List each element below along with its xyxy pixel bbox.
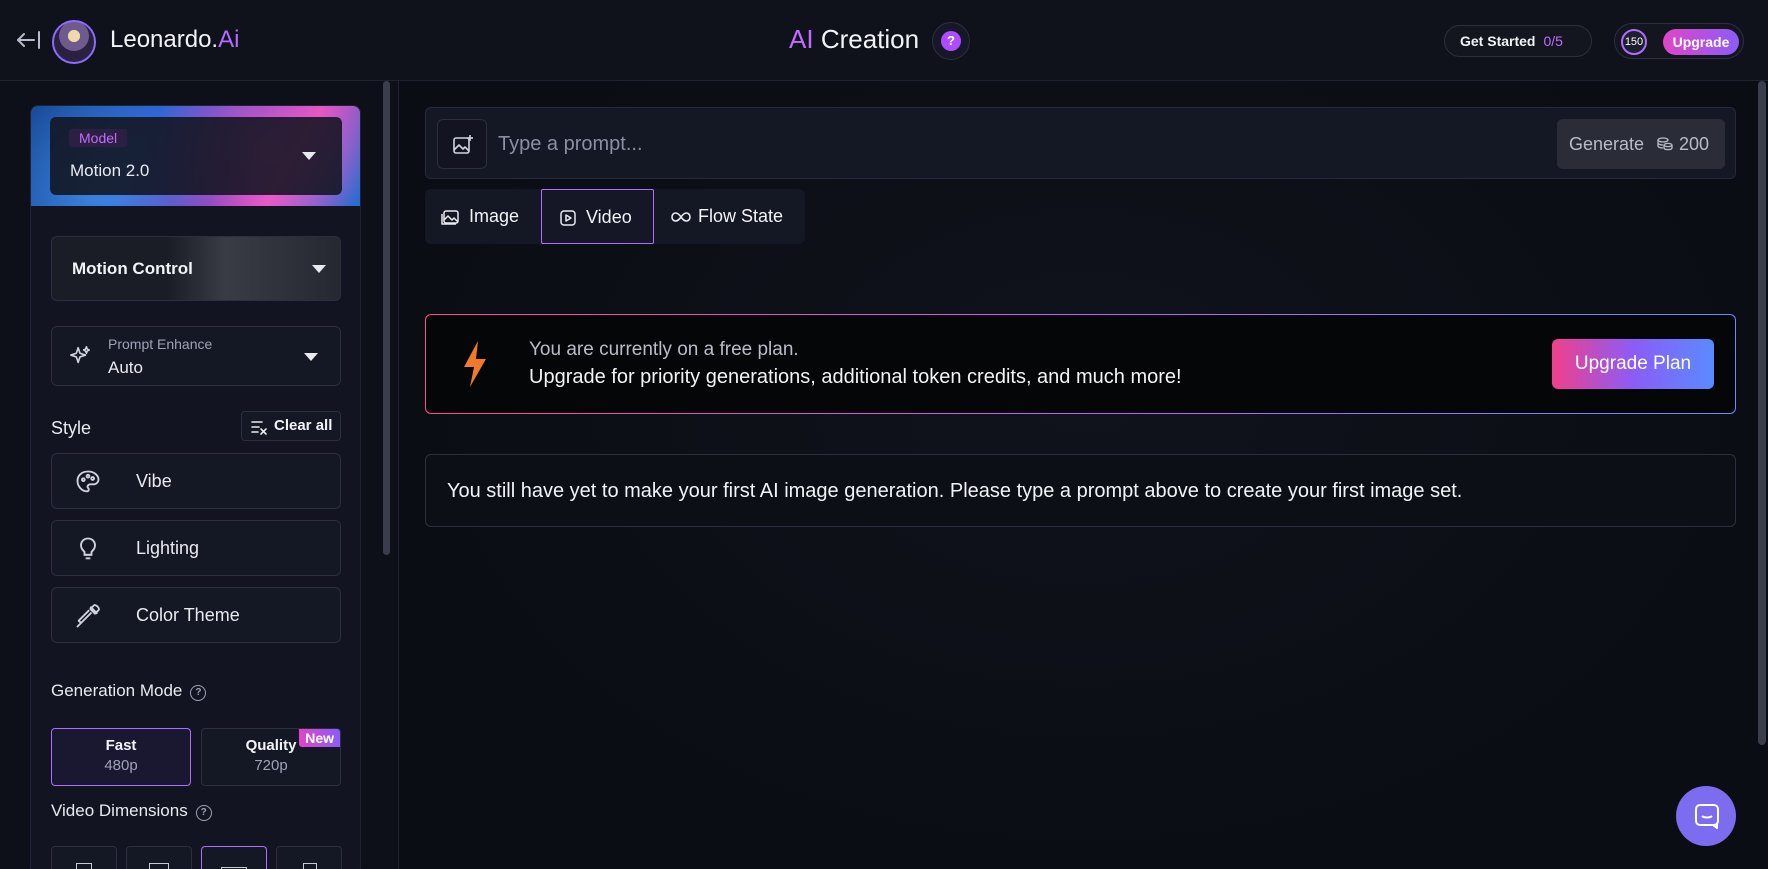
tab-video[interactable]: Video bbox=[541, 189, 654, 244]
free-plan-banner: You are currently on a free plan. Upgrad… bbox=[425, 314, 1736, 414]
model-label: Model bbox=[69, 129, 128, 147]
lightning-bolt-icon bbox=[464, 341, 486, 387]
model-select[interactable]: Model Motion 2.0 bbox=[50, 117, 342, 195]
dimension-option-3[interactable] bbox=[201, 846, 267, 869]
prompt-enhance-label: Prompt Enhance bbox=[108, 336, 213, 352]
mode-quality[interactable]: New Quality 720p bbox=[201, 728, 341, 786]
info-icon[interactable]: ? bbox=[195, 805, 212, 821]
style-heading: Style bbox=[51, 418, 92, 438]
collapse-sidebar-icon[interactable] bbox=[14, 28, 42, 52]
token-balance: 150 Upgrade bbox=[1614, 23, 1744, 59]
mode-tabs: Image Video Flow State bbox=[425, 189, 805, 244]
video-icon bbox=[560, 210, 576, 226]
app-root: Leonardo.Ai AI Creation ? Get Started 0/5… bbox=[0, 0, 1768, 869]
motion-control-select[interactable]: Motion Control bbox=[51, 236, 341, 301]
get-started-button[interactable]: Get Started 0/5 bbox=[1444, 25, 1592, 57]
lightbulb-icon bbox=[80, 537, 96, 560]
portrait-icon bbox=[149, 863, 169, 869]
tab-flow-state[interactable]: Flow State bbox=[654, 189, 805, 244]
generation-mode-heading: Generation Mode? bbox=[51, 681, 207, 701]
image-upload-button[interactable] bbox=[437, 119, 487, 169]
settings-sidebar: Model Motion 2.0 Motion Control Prompt E… bbox=[0, 81, 399, 869]
get-started-progress: 0/5 bbox=[1543, 33, 1563, 49]
page-title: AI Creation bbox=[789, 24, 920, 54]
sidebar-scrollbar[interactable] bbox=[383, 81, 390, 555]
mode-fast[interactable]: Fast 480p bbox=[51, 728, 191, 786]
portrait-icon bbox=[76, 863, 92, 869]
chevron-down-icon bbox=[302, 152, 316, 160]
prompt-bar: Generate 200 bbox=[425, 107, 1736, 179]
settings-panel: Model Motion 2.0 Motion Control Prompt E… bbox=[30, 105, 361, 869]
clear-all-button[interactable]: Clear all bbox=[241, 411, 341, 441]
generate-cost: 200 bbox=[1657, 119, 1709, 169]
support-chat-button[interactable] bbox=[1676, 786, 1736, 846]
image-icon bbox=[441, 210, 459, 225]
free-plan-benefits: Upgrade for priority generations, additi… bbox=[529, 366, 1182, 388]
image-plus-icon bbox=[453, 135, 473, 154]
coins-icon bbox=[1657, 137, 1673, 151]
help-icon: ? bbox=[941, 31, 961, 51]
style-color-theme[interactable]: Color Theme bbox=[51, 587, 341, 643]
main-content: Generate 200 Image Video Flow State You … bbox=[400, 81, 1768, 869]
top-header: Leonardo.Ai AI Creation ? Get Started 0/5… bbox=[0, 0, 1768, 81]
dimension-option-4[interactable] bbox=[276, 846, 342, 869]
chevron-down-icon bbox=[304, 353, 318, 361]
generate-button[interactable]: Generate 200 bbox=[1557, 119, 1725, 169]
eyedropper-icon bbox=[76, 604, 100, 628]
free-plan-notice: You are currently on a free plan. bbox=[529, 339, 799, 360]
brand-logo[interactable] bbox=[52, 20, 96, 64]
prompt-enhance-value: Auto bbox=[108, 358, 143, 377]
token-count: 150 bbox=[1621, 29, 1647, 55]
upgrade-plan-button[interactable]: Upgrade Plan bbox=[1552, 339, 1714, 389]
prompt-enhance-select[interactable]: Prompt Enhance Auto bbox=[51, 326, 341, 386]
palette-icon bbox=[76, 470, 100, 493]
prompt-input[interactable] bbox=[498, 126, 1498, 162]
video-dimensions-heading: Video Dimensions? bbox=[51, 801, 212, 821]
sparkle-icon bbox=[70, 346, 90, 364]
style-vibe[interactable]: Vibe bbox=[51, 453, 341, 509]
help-button[interactable]: ? bbox=[932, 22, 970, 60]
new-badge: New bbox=[299, 729, 340, 747]
clear-filter-icon bbox=[251, 421, 267, 435]
info-icon[interactable]: ? bbox=[190, 685, 207, 701]
dimension-option-1[interactable] bbox=[51, 846, 117, 869]
brand-name[interactable]: Leonardo.Ai bbox=[110, 26, 239, 54]
dimension-option-2[interactable] bbox=[126, 846, 192, 869]
empty-state-message: You still have yet to make your first AI… bbox=[425, 454, 1736, 527]
chat-icon bbox=[1695, 804, 1719, 829]
upgrade-button[interactable]: Upgrade bbox=[1663, 29, 1739, 55]
portrait-icon bbox=[303, 863, 317, 869]
main-scrollbar[interactable] bbox=[1758, 81, 1766, 745]
model-value: Motion 2.0 bbox=[70, 161, 150, 180]
tab-image[interactable]: Image bbox=[425, 189, 541, 244]
style-lighting[interactable]: Lighting bbox=[51, 520, 341, 576]
infinity-icon bbox=[671, 212, 691, 222]
chevron-down-icon bbox=[312, 265, 326, 273]
